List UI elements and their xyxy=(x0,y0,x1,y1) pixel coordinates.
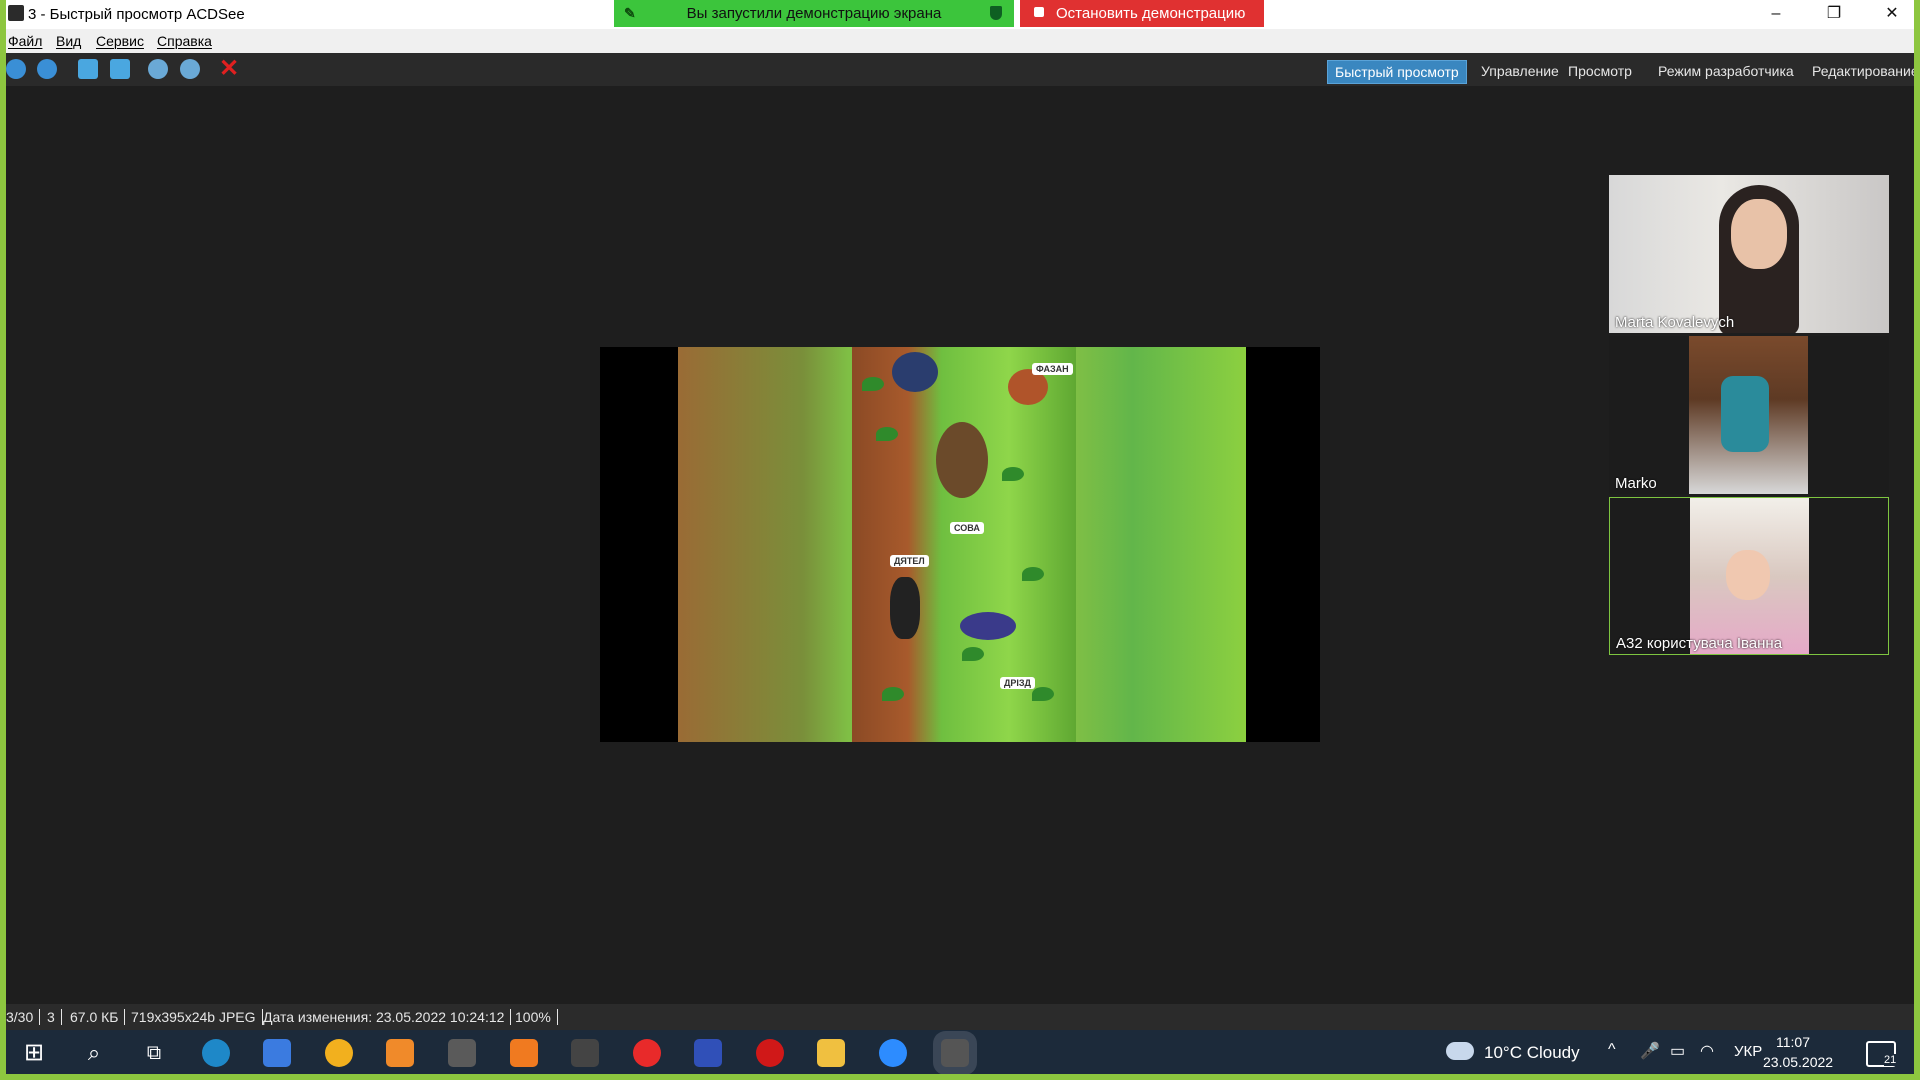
screen-share-banner: ✎ Вы запустили демонстрацию экрана xyxy=(614,0,1014,27)
label-woodpecker: ДЯТЕЛ xyxy=(890,555,929,567)
back-icon[interactable] xyxy=(6,59,26,79)
acdsee-icon[interactable] xyxy=(571,1039,599,1067)
label-pheasant: ФАЗАН xyxy=(1032,363,1073,375)
leaf xyxy=(876,427,898,441)
image-viewer[interactable]: ФАЗАН СОВА ДЯТЕЛ ДРІЗД xyxy=(600,347,1320,742)
delete-icon[interactable]: ✕ xyxy=(219,57,239,81)
tree-illustration: ФАЗАН СОВА ДЯТЕЛ ДРІЗД xyxy=(852,347,1076,742)
menu-file[interactable]: Файл xyxy=(8,33,42,49)
status-filename: 3 xyxy=(47,1009,62,1025)
edge-icon[interactable] xyxy=(202,1039,230,1067)
task-view-icon[interactable]: ⧉ xyxy=(140,1039,168,1067)
clock-date[interactable]: 23.05.2022 xyxy=(1763,1054,1833,1070)
rotate-right-icon[interactable] xyxy=(110,59,130,79)
label-thrush: ДРІЗД xyxy=(1000,677,1035,689)
weather-text[interactable]: 10°C Cloudy xyxy=(1484,1043,1580,1063)
menu-service[interactable]: Сервис xyxy=(96,33,144,49)
tab-developer[interactable]: Режим разработчика xyxy=(1651,60,1801,82)
status-filesize: 67.0 КБ xyxy=(70,1009,126,1025)
tab-quick-view[interactable]: Быстрый просмотр xyxy=(1327,60,1467,84)
acdsee-window: 3 - Быстрый просмотр ACDSee ✎ Вы запусти… xyxy=(6,0,1914,1074)
status-bar: 3/30 3 67.0 КБ 719x395x24b JPEG Дата изм… xyxy=(6,1004,1914,1030)
pdf-icon[interactable] xyxy=(510,1039,538,1067)
face xyxy=(1731,199,1787,269)
shield-icon xyxy=(990,6,1002,20)
windows-start-icon[interactable]: ⊞ xyxy=(20,1039,48,1067)
restore-button[interactable]: ❐ xyxy=(1814,2,1854,26)
minimize-button[interactable]: – xyxy=(1756,2,1796,26)
stop-share-label: Остановить демонстрацию xyxy=(1056,5,1246,22)
leaf xyxy=(1032,687,1054,701)
tab-view[interactable]: Просмотр xyxy=(1561,60,1639,82)
status-dimensions: 719x395x24b JPEG xyxy=(131,1009,263,1025)
close-button[interactable]: ✕ xyxy=(1872,2,1912,26)
leaf xyxy=(962,647,984,661)
zoom-icon[interactable] xyxy=(879,1039,907,1067)
participant-name: Marta Kovalevych xyxy=(1615,314,1735,331)
cloud-weather-icon[interactable] xyxy=(1446,1042,1474,1060)
title-bar: 3 - Быстрый просмотр ACDSee ✎ Вы запусти… xyxy=(6,0,1914,29)
leaf xyxy=(882,687,904,701)
tab-manage[interactable]: Управление xyxy=(1474,60,1566,82)
woodpecker-bird xyxy=(890,577,920,639)
status-zoom: 100% xyxy=(515,1009,558,1025)
stop-icon xyxy=(1034,7,1044,17)
leaf xyxy=(1022,567,1044,581)
stop-share-button[interactable]: Остановить демонстрацию xyxy=(1020,0,1264,27)
face xyxy=(1726,550,1770,600)
acdsee-active-icon[interactable] xyxy=(941,1039,969,1067)
thrush-bird xyxy=(960,612,1016,640)
menu-view[interactable]: Вид xyxy=(56,33,81,49)
store-icon[interactable] xyxy=(263,1039,291,1067)
share-banner-text: Вы запустили демонстрацию экрана xyxy=(686,5,942,22)
acdsee-app-icon xyxy=(8,5,24,21)
tab-edit[interactable]: Редактирование xyxy=(1805,60,1914,82)
file-explorer-icon[interactable] xyxy=(817,1039,845,1067)
status-index: 3/30 xyxy=(6,1009,41,1025)
window-title: 3 - Быстрый просмотр ACDSee xyxy=(28,6,245,23)
forward-icon[interactable] xyxy=(37,59,57,79)
toolbar: ✕ Быстрый просмотр Управление Просмотр Р… xyxy=(6,53,1914,86)
media-player-icon[interactable] xyxy=(386,1039,414,1067)
opera-icon[interactable] xyxy=(756,1039,784,1067)
participant-name: А32 користувача Іванна xyxy=(1616,635,1783,652)
search-icon[interactable]: ⌕ xyxy=(80,1039,108,1067)
menu-bar: Файл Вид Сервис Справка xyxy=(6,29,1914,53)
rotate-left-icon[interactable] xyxy=(78,59,98,79)
participant-name: Marko xyxy=(1615,475,1657,492)
child-figure xyxy=(1721,376,1769,452)
save-app-icon[interactable] xyxy=(694,1039,722,1067)
notifications-count: 21 xyxy=(1884,1054,1897,1066)
video-editor-icon[interactable] xyxy=(448,1039,476,1067)
zoom-in-icon[interactable] xyxy=(148,59,168,79)
windows-taskbar: ⊞ ⌕ ⧉ 10°C Cloudy ^ 🎤 ▭ ◠ УКР 11:07 23.0… xyxy=(6,1030,1914,1074)
wifi-icon[interactable]: ◠ xyxy=(1700,1041,1714,1061)
leaf xyxy=(1002,467,1024,481)
battery-icon[interactable]: ▭ xyxy=(1670,1041,1685,1061)
participant-tile[interactable]: Marta Kovalevych xyxy=(1609,175,1889,333)
yandex-icon[interactable] xyxy=(633,1039,661,1067)
language-indicator[interactable]: УКР xyxy=(1734,1043,1762,1060)
chevron-up-icon[interactable]: ^ xyxy=(1608,1041,1616,1059)
microphone-icon[interactable]: 🎤 xyxy=(1640,1041,1660,1061)
clock-time[interactable]: 11:07 xyxy=(1776,1034,1810,1050)
status-modified: Дата изменения: 23.05.2022 10:24:12 xyxy=(263,1009,512,1025)
avast-icon[interactable] xyxy=(325,1039,353,1067)
zoom-out-icon[interactable] xyxy=(180,59,200,79)
owl-bird xyxy=(936,422,988,498)
leaf xyxy=(862,377,884,391)
participant-tile[interactable]: Marko xyxy=(1609,336,1889,494)
menu-help[interactable]: Справка xyxy=(157,33,212,49)
label-owl: СОВА xyxy=(950,522,984,534)
grouse-bird xyxy=(892,352,938,392)
participant-tile-active-speaker[interactable]: А32 користувача Іванна xyxy=(1609,497,1889,655)
